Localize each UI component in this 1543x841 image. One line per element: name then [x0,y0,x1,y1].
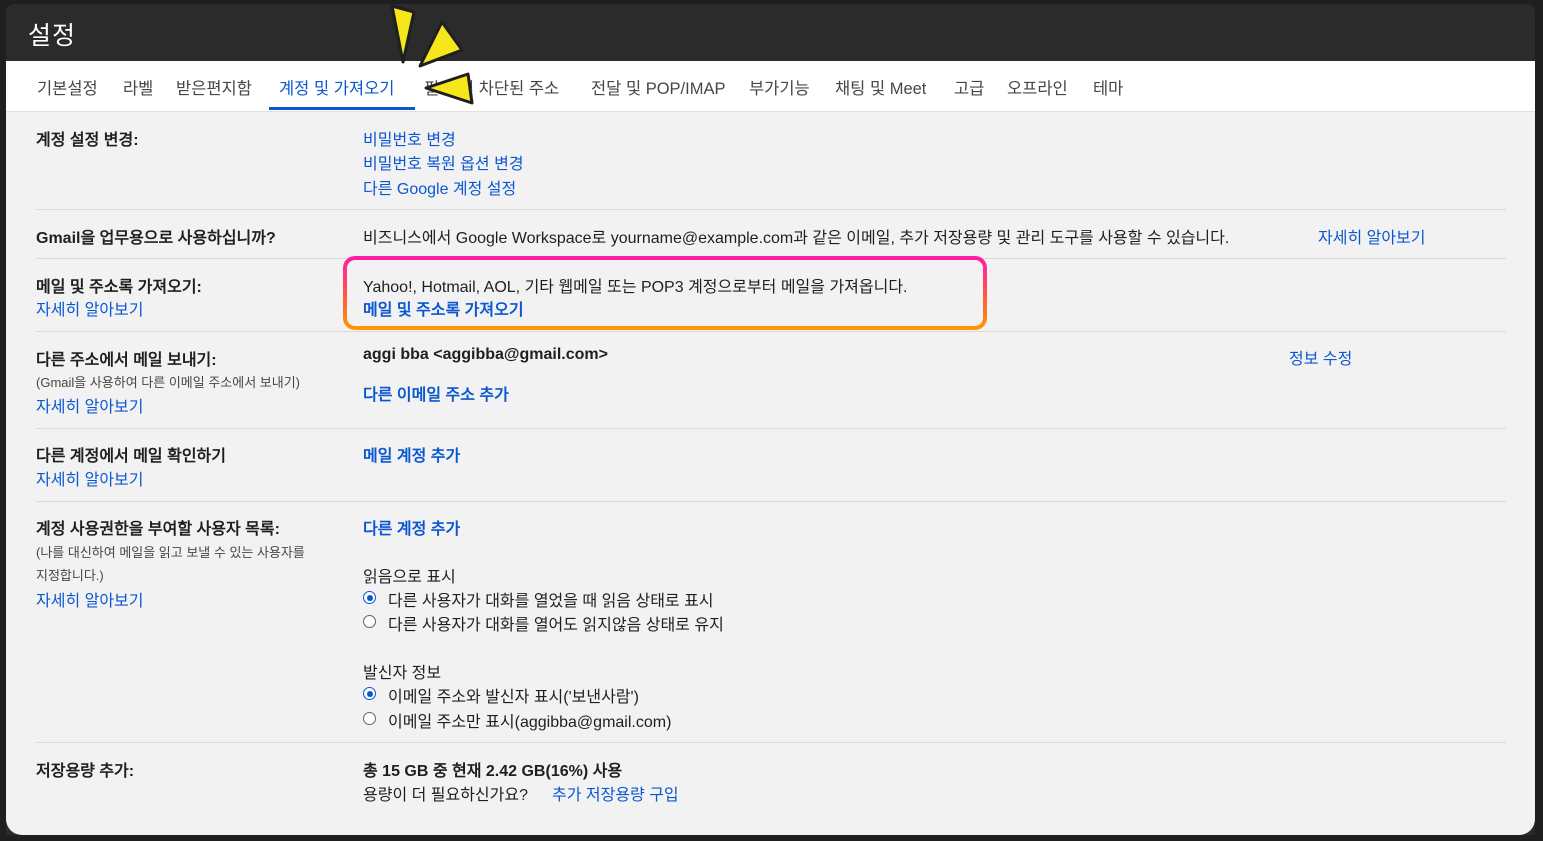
tab-chat-meet[interactable]: 채팅 및 Meet [835,75,926,99]
add-mail-account-link[interactable]: 메일 계정 추가 [363,442,460,466]
tab-themes[interactable]: 테마 [1093,75,1123,99]
tab-inbox[interactable]: 받은편지함 [176,75,252,99]
show-address-only-radio[interactable] [363,712,376,725]
show-address-and-sender-radio[interactable] [363,687,376,700]
section-divider [36,331,1506,332]
section-divider [36,501,1506,502]
send-as-subtext: (Gmail을 사용하여 다른 이메일 주소에서 보내기) [36,375,300,390]
send-as-label: 다른 주소에서 메일 보내기: [36,352,217,369]
sender-info-title: 발신자 정보 [363,665,442,682]
section-divider [36,428,1506,429]
page-title: 설정 [28,22,77,50]
show-address-and-sender-label: 이메일 주소와 발신자 표시('보낸사람') [388,689,639,706]
send-as-address: aggi bba <aggibba@gmail.com> [363,346,608,363]
account-change-label: 계정 설정 변경: [36,132,139,149]
mark-read-title: 읽음으로 표시 [363,569,456,586]
tab-offline[interactable]: 오프라인 [1007,75,1068,99]
add-another-account-link[interactable]: 다른 계정 추가 [363,515,460,539]
buy-storage-link[interactable]: 추가 저장용량 구입 [552,781,679,805]
check-mail-label: 다른 계정에서 메일 확인하기 [36,448,226,465]
tab-labels[interactable]: 라벨 [123,75,153,99]
section-divider [36,742,1506,743]
change-recovery-link[interactable]: 비밀번호 복원 옵션 변경 [363,150,524,174]
edit-info-link[interactable]: 정보 수정 [1289,345,1352,369]
storage-label: 저장용량 추가: [36,763,135,780]
keep-unread-option-label: 다른 사용자가 대화를 열어도 읽지않음 상태로 유지 [388,617,724,634]
settings-tabs: 기본설정 라벨 받은편지함 계정 및 가져오기 필터 및 차단된 주소 전달 및… [6,61,1535,112]
import-learn-more-link[interactable]: 자세히 알아보기 [36,296,144,320]
attention-arrows-icon [390,4,474,105]
delegate-label: 계정 사용권한을 부여할 사용자 목록: [36,521,280,538]
delegate-subtext-2: 지정합니다.) [36,568,104,583]
storage-question: 용량이 더 필요하신가요? [363,787,528,804]
tab-addons[interactable]: 부가기능 [749,75,810,99]
import-label: 메일 및 주소록 가져오기: [36,279,202,296]
send-as-learn-more-link[interactable]: 자세히 알아보기 [36,393,144,417]
keep-unread-radio[interactable] [363,615,376,628]
mark-read-option-label: 다른 사용자가 대화를 열었을 때 읽음 상태로 표시 [388,593,714,610]
tab-forwarding-pop-imap[interactable]: 전달 및 POP/IMAP [591,75,725,99]
import-mail-contacts-link[interactable]: 메일 및 주소록 가져오기 [363,296,524,320]
mark-read-radio[interactable] [363,591,376,604]
tab-advanced[interactable]: 고급 [954,75,984,99]
settings-window: 설정 기본설정 라벨 받은편지함 계정 및 가져오기 필터 및 차단된 주소 전… [6,4,1535,835]
business-label: Gmail을 업무용으로 사용하십니까? [36,230,276,247]
delegate-subtext-1: (나를 대신하여 메일을 읽고 보낼 수 있는 사용자를 [36,545,305,560]
change-password-link[interactable]: 비밀번호 변경 [363,126,456,150]
section-divider [36,209,1506,210]
delegate-learn-more-link[interactable]: 자세히 알아보기 [36,587,144,611]
show-address-only-label: 이메일 주소만 표시(aggibba@gmail.com) [388,714,672,731]
settings-panel: 기본설정 라벨 받은편지함 계정 및 가져오기 필터 및 차단된 주소 전달 및… [6,61,1535,835]
import-description: Yahoo!, Hotmail, AOL, 기타 웹메일 또는 POP3 계정으… [363,279,908,296]
add-email-address-link[interactable]: 다른 이메일 주소 추가 [363,381,509,405]
business-text: 비즈니스에서 Google Workspace로 yourname@exampl… [363,230,1230,247]
storage-usage: 총 15 GB 중 현재 2.42 GB(16%) 사용 [363,763,623,780]
check-mail-learn-more-link[interactable]: 자세히 알아보기 [36,466,144,490]
tab-general[interactable]: 기본설정 [37,75,98,99]
google-account-settings-link[interactable]: 다른 Google 계정 설정 [363,175,516,199]
business-learn-more-link[interactable]: 자세히 알아보기 [1318,224,1426,248]
tab-accounts-import[interactable]: 계정 및 가져오기 [279,75,394,99]
